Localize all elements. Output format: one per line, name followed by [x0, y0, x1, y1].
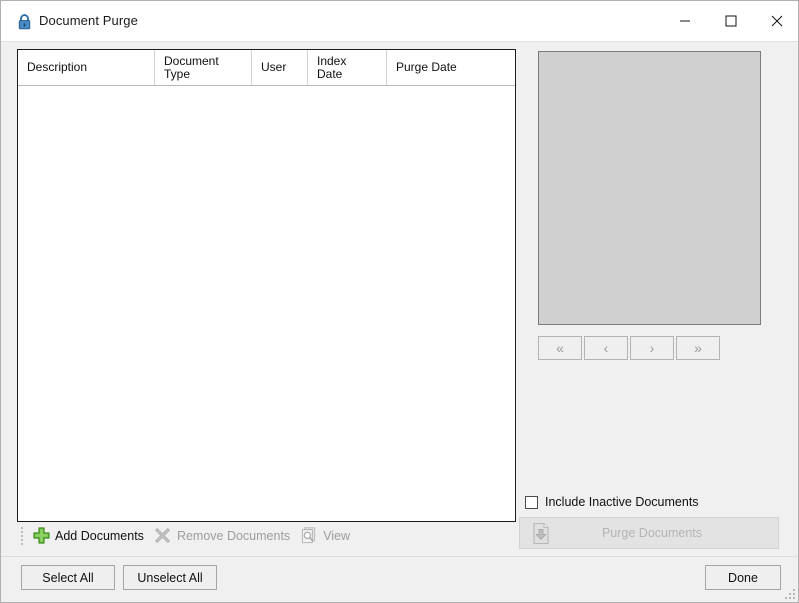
chevron-left-icon: ‹ [603, 340, 609, 356]
minimize-button[interactable] [662, 1, 708, 41]
grid-toolbar: Add Documents Remove Documents View [17, 523, 516, 548]
documents-grid[interactable]: Description Document Type User Index Dat… [17, 49, 516, 522]
next-page-button[interactable]: › [630, 336, 674, 360]
resize-grip[interactable] [783, 587, 795, 599]
add-documents-label: Add Documents [55, 528, 144, 543]
document-purge-window: Document Purge Description Document Type… [0, 0, 799, 603]
green-plus-icon [31, 526, 51, 546]
title-bar: Document Purge [1, 1, 798, 42]
bottom-bar: Select All Unselect All Done [1, 556, 798, 602]
lock-icon [17, 14, 32, 30]
column-header-purge-date[interactable]: Purge Date [387, 50, 515, 85]
remove-documents-button[interactable]: Remove Documents [151, 524, 297, 548]
document-preview-panel[interactable] [538, 51, 761, 325]
unselect-all-button[interactable]: Unselect All [123, 565, 217, 590]
previous-page-button[interactable]: ‹ [584, 336, 628, 360]
include-inactive-documents-label: Include Inactive Documents [545, 495, 699, 509]
view-button[interactable]: View [297, 524, 357, 548]
caption-buttons [662, 1, 798, 41]
select-all-button[interactable]: Select All [21, 565, 115, 590]
maximize-button[interactable] [708, 1, 754, 41]
column-header-user[interactable]: User [252, 50, 308, 85]
toolbar-grip-handle[interactable] [17, 526, 26, 545]
chevron-right-icon: › [649, 340, 655, 356]
column-header-index-date[interactable]: Index Date [308, 50, 387, 85]
close-button[interactable] [754, 1, 798, 41]
purge-documents-label: Purge Documents [601, 526, 703, 540]
double-chevron-left-icon: « [556, 340, 564, 356]
include-inactive-documents-row[interactable]: Include Inactive Documents [525, 495, 699, 509]
first-page-button[interactable]: « [538, 336, 582, 360]
view-label: View [323, 528, 351, 543]
include-inactive-documents-checkbox[interactable] [525, 495, 538, 509]
document-download-icon [530, 521, 552, 545]
grid-header-row: Description Document Type User Index Dat… [18, 50, 515, 86]
gray-x-icon [153, 526, 173, 546]
column-header-description[interactable]: Description [18, 50, 155, 85]
double-chevron-right-icon: » [694, 340, 702, 356]
remove-documents-label: Remove Documents [176, 528, 291, 543]
preview-navigation-bar: « ‹ › » [538, 336, 720, 360]
document-magnifier-icon [299, 526, 319, 546]
column-header-document-type[interactable]: Document Type [155, 50, 252, 85]
grid-body-empty[interactable] [18, 86, 515, 521]
page-title: Document Purge [39, 13, 138, 28]
last-page-button[interactable]: » [676, 336, 720, 360]
done-button[interactable]: Done [705, 565, 781, 590]
add-documents-button[interactable]: Add Documents [29, 524, 151, 548]
purge-documents-button[interactable]: Purge Documents [519, 517, 779, 549]
